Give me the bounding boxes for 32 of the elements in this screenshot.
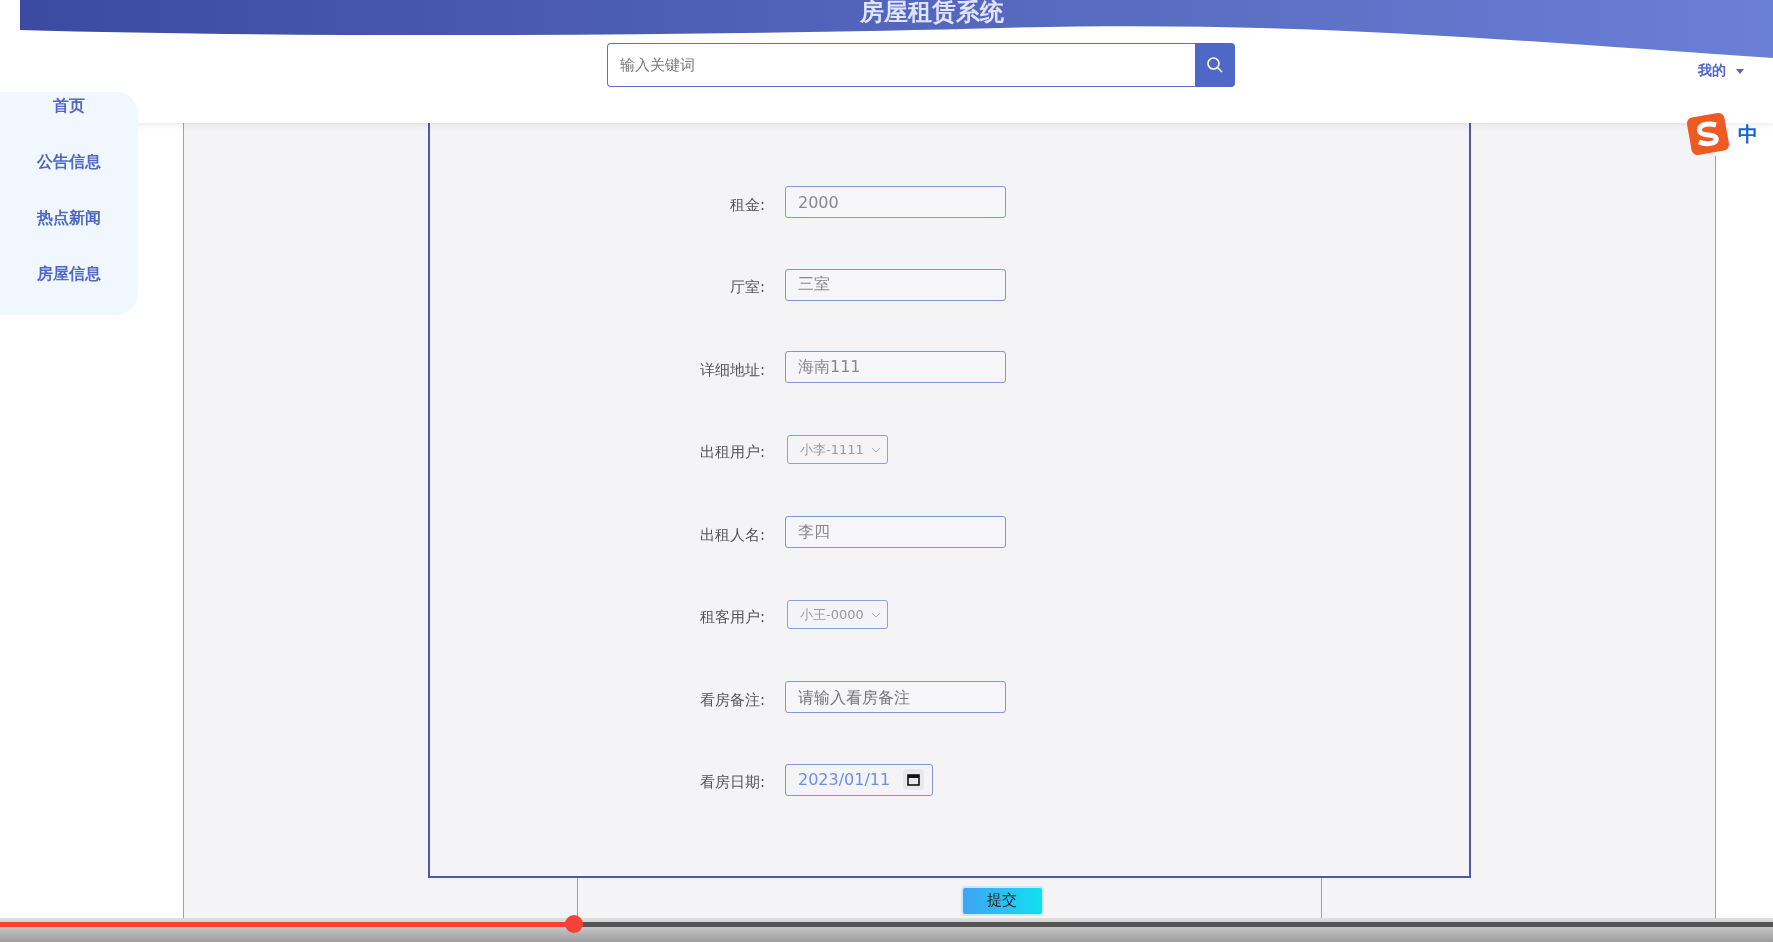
select-field[interactable]: 小王-0000 [787, 600, 888, 630]
chevron-down-icon [871, 611, 881, 618]
search-button[interactable] [1195, 43, 1235, 87]
sidebar-item[interactable]: 房屋信息 [37, 246, 101, 302]
sidebar-item[interactable]: 公告信息 [37, 134, 101, 190]
user-menu[interactable]: 我的 [1698, 62, 1744, 80]
submit-button[interactable]: 提交 [960, 885, 1044, 916]
text-field[interactable]: 海南111 [785, 351, 1006, 384]
text-field[interactable]: 请输入看房备注 [785, 681, 1006, 714]
select-field[interactable]: 小李-1111 [787, 435, 888, 465]
sidebar-item[interactable]: 热点新闻 [37, 190, 101, 246]
field-label: 看房备注: [698, 690, 766, 710]
field-label: 租客用户: [698, 608, 766, 628]
field-label: 厅室: [728, 278, 766, 298]
chevron-down-icon [871, 446, 881, 453]
search-field[interactable]: 输入关键词 [607, 43, 1195, 87]
field-label: 租金: [728, 195, 766, 215]
field-label: 看房日期: [698, 773, 766, 793]
search-icon [1206, 56, 1224, 74]
field-label: 出租人名: [698, 525, 766, 545]
progress-handle[interactable] [565, 915, 584, 933]
field-label: 出租用户: [698, 443, 766, 463]
caret-icon [1736, 68, 1744, 74]
calendar-icon[interactable] [903, 769, 924, 791]
progress-track[interactable] [0, 915, 1773, 933]
text-field[interactable]: 三室 [785, 268, 1006, 301]
date-field[interactable]: 2023/01/11 [785, 763, 933, 796]
text-field[interactable]: 李四 [785, 516, 1006, 549]
field-label: 详细地址: [698, 360, 766, 380]
sidebar-item[interactable]: 首页 [53, 78, 85, 134]
ime-mode-indicator[interactable]: 中 [1738, 120, 1758, 148]
text-field[interactable]: 2000 [785, 186, 1006, 219]
